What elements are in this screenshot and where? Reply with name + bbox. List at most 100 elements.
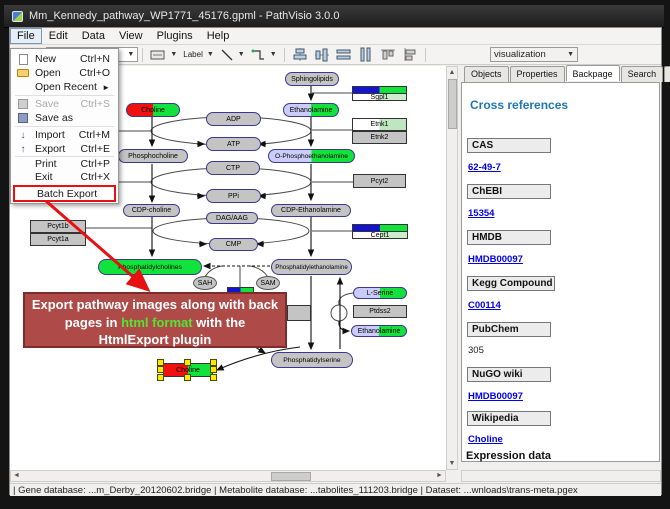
gene-node[interactable]: Pcyt2 <box>353 174 406 188</box>
menu-file[interactable]: File <box>10 28 42 44</box>
gene-node[interactable]: Sgpl1 <box>352 86 407 101</box>
metabolite-node[interactable]: CDP-choline <box>123 204 180 217</box>
chevron-down-icon: ▼ <box>270 51 277 58</box>
menu-data[interactable]: Data <box>75 28 112 44</box>
callout-line3: HtmlExport plugin <box>25 331 285 349</box>
app-icon <box>12 11 23 22</box>
metabolite-node[interactable]: SAH <box>193 276 217 290</box>
file-menu: NewCtrl+N OpenCtrl+O Open Recent ► SaveC… <box>10 48 119 204</box>
align-top-icon[interactable] <box>380 47 396 62</box>
metabolite-node[interactable]: PPi <box>206 189 261 203</box>
gene-node-partial[interactable] <box>287 305 311 321</box>
window-title: Mm_Kennedy_pathway_WP1771_45176.gpml - P… <box>29 10 339 22</box>
metabolite-node[interactable]: L-Serine <box>353 287 407 299</box>
xref-value: 305 <box>468 345 484 356</box>
metabolite-node[interactable]: CMP <box>209 238 258 251</box>
scroll-up-icon[interactable]: ▲ <box>447 67 457 78</box>
batch-export-highlight: Batch Export <box>13 185 116 202</box>
menu-plugins[interactable]: Plugins <box>150 28 200 44</box>
xref-link[interactable]: 15354 <box>468 208 494 219</box>
canvas-horizontal-scrollbar[interactable]: ◄ ► <box>10 470 446 482</box>
gene-node[interactable]: Etnk1 <box>352 118 407 131</box>
selection-handle[interactable] <box>210 374 217 381</box>
xref-link[interactable]: 62-49-7 <box>468 162 501 173</box>
xref-link[interactable]: Choline <box>468 434 503 445</box>
metabolite-node[interactable]: O-Phosphoethanolamine <box>268 149 355 163</box>
selection-handle[interactable] <box>157 366 164 373</box>
callout-highlight: html format <box>121 315 193 330</box>
visualization-select[interactable]: visualization▼ <box>490 47 578 62</box>
menu-item-export[interactable]: ↑ ExportCtrl+E <box>13 142 116 156</box>
menu-item-print[interactable]: PrintCtrl+P <box>13 157 116 171</box>
menu-help[interactable]: Help <box>200 28 237 44</box>
metabolite-node[interactable]: Ethanolamine <box>351 325 407 337</box>
distribute-v-icon[interactable] <box>358 47 374 62</box>
align-center-y-icon[interactable] <box>314 47 330 62</box>
metabolite-node[interactable]: ADP <box>206 112 261 126</box>
metabolite-node[interactable]: Sphingolipids <box>285 72 339 86</box>
metabolite-node[interactable]: ATP <box>206 137 261 151</box>
scroll-down-icon[interactable]: ▼ <box>447 458 457 469</box>
selection-handle[interactable] <box>210 359 217 366</box>
add-label-button[interactable]: Label ▼ <box>183 50 214 59</box>
metabolite-node[interactable]: CTP <box>206 161 260 175</box>
status-text: | Gene database: ...m_Derby_20120602.bri… <box>13 485 578 496</box>
selection-handle[interactable] <box>157 374 164 381</box>
xref-link[interactable]: C00114 <box>468 300 501 311</box>
submenu-arrow-icon: ► <box>102 83 116 92</box>
menu-item-batch-export[interactable]: Batch Export <box>15 187 114 201</box>
distribute-h-icon[interactable] <box>336 47 352 62</box>
scroll-left-icon[interactable]: ◄ <box>11 471 22 481</box>
metabolite-node[interactable]: Choline <box>126 103 180 117</box>
add-connector-button[interactable]: ▼ <box>251 48 277 62</box>
menu-view[interactable]: View <box>112 28 150 44</box>
align-left-icon[interactable] <box>402 47 418 62</box>
canvas-vertical-scrollbar[interactable]: ▲ ▼ <box>446 66 458 470</box>
metabolite-node[interactable]: Phosphatidylserine <box>271 352 353 368</box>
scroll-right-icon[interactable]: ► <box>434 471 445 481</box>
tab-properties[interactable]: Properties <box>510 66 565 82</box>
menu-item-save-as[interactable]: Save as <box>13 111 116 125</box>
gene-node[interactable]: Cept1 <box>352 224 408 239</box>
metabolite-node[interactable]: Phosphatidylcholines <box>98 259 202 275</box>
tab-search[interactable]: Search <box>621 66 664 82</box>
menu-item-open[interactable]: OpenCtrl+O <box>13 66 116 80</box>
menu-item-new[interactable]: NewCtrl+N <box>13 52 116 66</box>
add-datanode-button[interactable]: ▼ <box>150 48 177 62</box>
xref-link[interactable]: HMDB00097 <box>468 391 523 402</box>
title-bar[interactable]: Mm_Kennedy_pathway_WP1771_45176.gpml - P… <box>4 5 664 28</box>
xref-link[interactable]: HMDB00097 <box>468 254 523 265</box>
align-center-x-icon[interactable] <box>292 47 308 62</box>
tab-backpage[interactable]: Backpage <box>566 65 620 81</box>
metabolite-node[interactable]: CDP-Ethanolamine <box>271 204 351 217</box>
selection-handle[interactable] <box>184 374 191 381</box>
panel-horizontal-scrollbar[interactable] <box>461 470 661 482</box>
gene-node[interactable]: Pcyt1a <box>30 233 86 246</box>
menu-item-exit[interactable]: ExitCtrl+X <box>13 170 116 184</box>
metabolite-node[interactable]: Phosphatidylethanolamine <box>271 259 352 275</box>
menu-item-import[interactable]: ↓ ImportCtrl+M <box>13 128 116 142</box>
chevron-down-icon: ▼ <box>170 51 177 58</box>
menu-item-open-recent[interactable]: Open Recent ► <box>13 80 116 94</box>
gene-node[interactable]: Ptdss2 <box>353 305 407 318</box>
selection-handle[interactable] <box>210 366 217 373</box>
chevron-down-icon: ▼ <box>127 51 134 58</box>
metabolite-node[interactable]: SAM <box>256 276 280 290</box>
metabolite-node[interactable]: Ethanolamine <box>283 103 339 117</box>
tab-objects[interactable]: Objects <box>464 66 509 82</box>
selection-handle[interactable] <box>184 359 191 366</box>
side-panel-tabs: Objects Properties Backpage Search Legen… <box>464 66 670 82</box>
chevron-down-icon: ▼ <box>567 51 574 58</box>
tab-legend[interactable]: Legend <box>664 66 670 82</box>
selection-handle[interactable] <box>157 359 164 366</box>
xref-source: Kegg Compound <box>467 276 555 291</box>
menu-edit[interactable]: Edit <box>42 28 75 44</box>
add-line-button[interactable]: ▼ <box>220 48 245 62</box>
gene-node[interactable]: Etnk2 <box>352 131 407 144</box>
status-bar: | Gene database: ...m_Derby_20120602.bri… <box>10 483 661 496</box>
gene-node[interactable]: Pcyt1b <box>30 220 86 233</box>
metabolite-node[interactable]: DAG/AAG <box>206 212 258 224</box>
scrollbar-thumb[interactable] <box>448 79 457 129</box>
scrollbar-thumb[interactable] <box>271 472 311 481</box>
metabolite-node[interactable]: Phosphocholine <box>118 149 188 163</box>
